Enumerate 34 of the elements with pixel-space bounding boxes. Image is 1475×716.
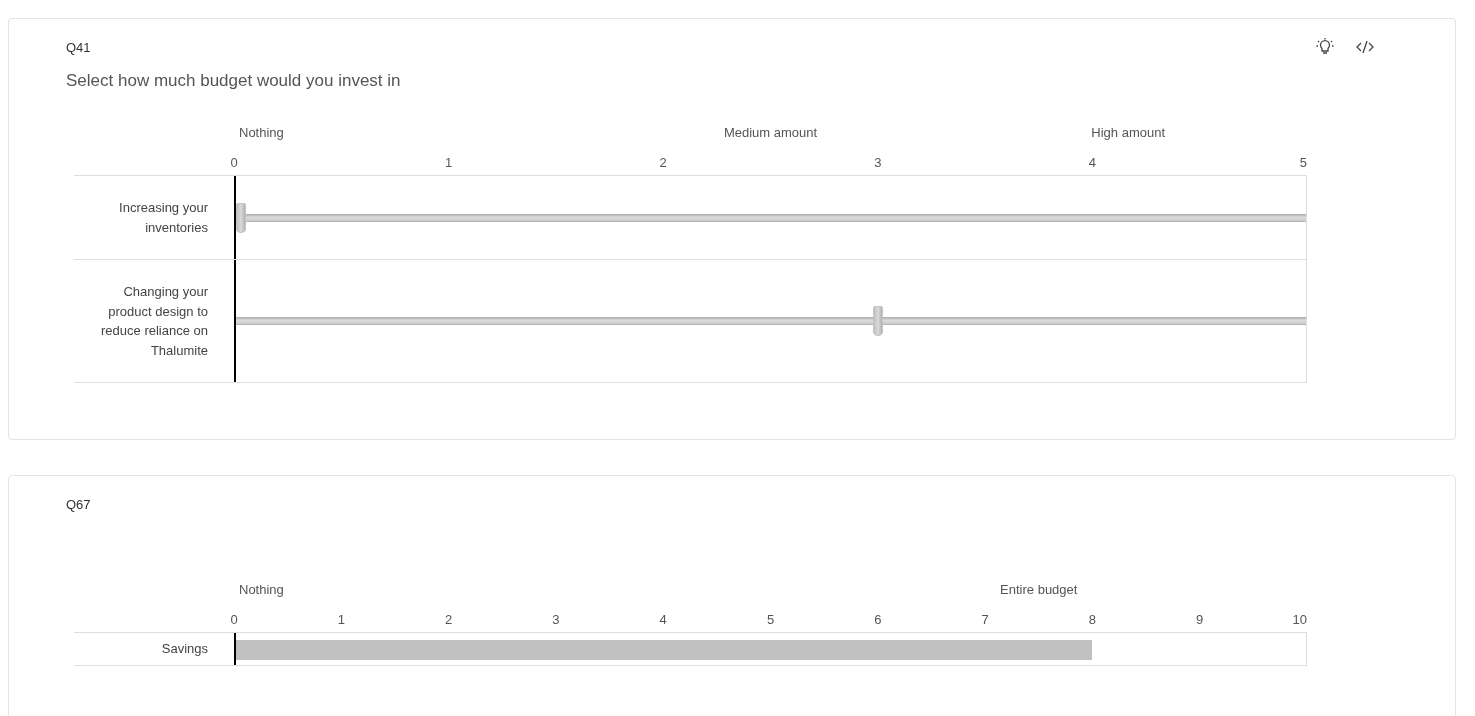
slider-handle[interactable]: [236, 202, 247, 233]
scale-label: Nothing: [238, 582, 285, 599]
tick-label: 5: [766, 612, 775, 627]
scale-label: High amount: [1090, 125, 1166, 142]
tick-label: 3: [874, 155, 882, 170]
row-label: Savings: [160, 640, 209, 658]
code-button[interactable]: [1355, 39, 1375, 55]
question-title: Select how much budget would you invest in: [66, 71, 402, 92]
tick-label: 7: [981, 612, 989, 627]
tick-label: 0: [230, 155, 238, 170]
question-number: Q41: [66, 39, 91, 55]
code-icon: [1355, 39, 1375, 55]
scale-label: Medium amount: [722, 125, 819, 142]
row-label: Changing your product design to reduce reliance on Thalumite: [100, 283, 209, 360]
question-number: Q67: [66, 496, 91, 512]
tick-label: 6: [874, 612, 882, 627]
tick-label: 10: [1292, 612, 1307, 627]
tick-label: 8: [1088, 612, 1096, 627]
tick-label: 9: [1196, 612, 1204, 627]
scale-label: Entire budget: [999, 582, 1079, 599]
tick-label: 4: [659, 612, 667, 627]
tick-label: 5: [1299, 155, 1307, 170]
row-label: Increasing your inventories: [118, 199, 209, 237]
tick-label: 2: [659, 155, 667, 170]
tick-label: 3: [552, 612, 560, 627]
slider-handle[interactable]: [873, 306, 883, 336]
lightbulb-icon: [1315, 37, 1335, 57]
tick-label: 1: [337, 612, 345, 627]
tick-label: 2: [445, 612, 453, 627]
tick-label: 0: [230, 612, 238, 627]
tick-label: 4: [1088, 155, 1096, 170]
tick-label: 1: [445, 155, 453, 170]
scale-label: Nothing: [238, 125, 285, 142]
hint-button[interactable]: [1315, 37, 1335, 57]
